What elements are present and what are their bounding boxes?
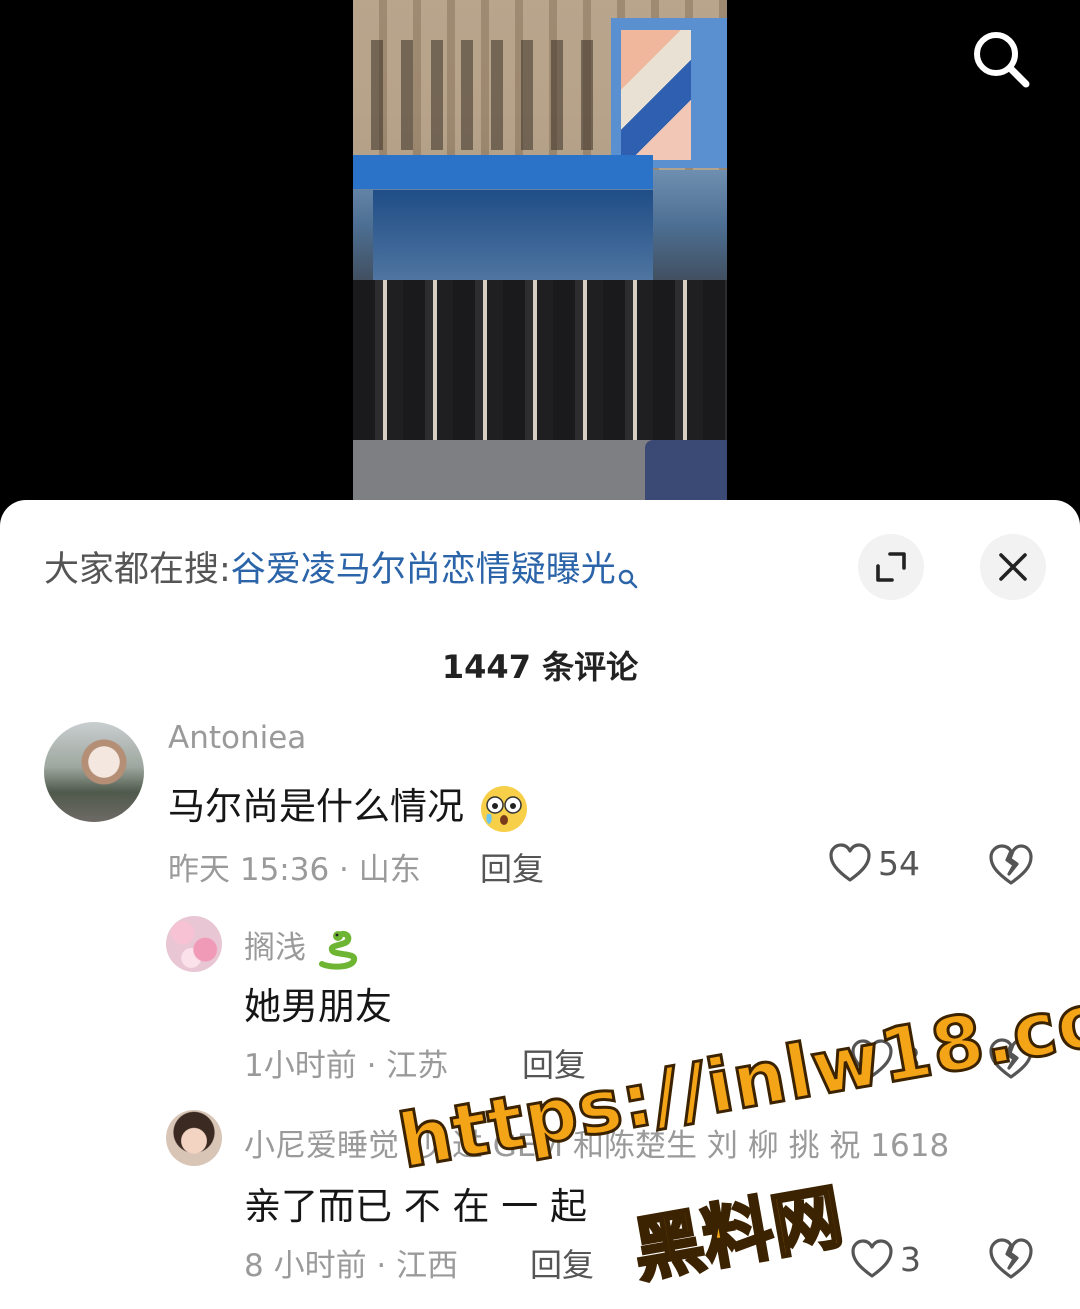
search-button[interactable] — [966, 26, 1034, 94]
comment-sheet: 大家都在搜:谷爱凌马尔尚恋情疑曝光 1447 条评论 Antoniea 马尔尚是… — [0, 500, 1080, 1309]
heart-icon — [851, 1239, 893, 1278]
comment-username[interactable]: 搁浅 — [244, 922, 360, 970]
reply-button[interactable]: 回复 — [522, 1040, 586, 1086]
comment-item: 搁浅 她男朋友 1小时前 · 江苏 回复 3 — [0, 916, 1080, 1096]
trending-search[interactable]: 大家都在搜:谷爱凌马尔尚恋情疑曝光 — [44, 542, 638, 598]
broken-heart-icon[interactable] — [988, 1236, 1034, 1282]
comment-username[interactable]: 小尼爱睡觉 (见过 GEM 和陈楚生 刘 柳 挑 祝 1618 — [244, 1120, 949, 1165]
video-crowd — [353, 280, 727, 460]
like-count: 3 — [900, 1239, 921, 1279]
video-windows — [353, 40, 613, 150]
comment-text-body: 马尔尚是什么情况 — [168, 785, 464, 828]
comment-meta: 8 小时前 · 江西 — [244, 1248, 459, 1284]
broken-heart-icon[interactable] — [988, 842, 1034, 888]
trending-query-link[interactable]: 谷爱凌马尔尚恋情疑曝光 — [231, 550, 616, 590]
comment-item: 小尼爱睡觉 (见过 GEM 和陈楚生 刘 柳 挑 祝 1618 亲了而已 不 在… — [0, 1110, 1080, 1309]
comment-text: 她男朋友 — [244, 985, 392, 1028]
comment-username[interactable]: Antoniea — [168, 720, 306, 756]
comment-item: Antoniea 马尔尚是什么情况 昨天 15:36 · 山东 回复 54 — [0, 720, 1080, 900]
crying-emoji-icon — [480, 785, 527, 832]
like-button[interactable]: 3 — [850, 1236, 921, 1282]
expand-button[interactable] — [858, 534, 924, 600]
video-frame[interactable] — [353, 0, 727, 500]
search-small-icon — [618, 550, 638, 606]
heart-icon — [829, 843, 871, 882]
reply-button[interactable]: 回复 — [530, 1240, 594, 1286]
expand-icon — [876, 552, 906, 582]
like-button[interactable]: 3 — [850, 1036, 921, 1082]
search-icon — [974, 32, 1030, 88]
like-button[interactable]: 54 — [828, 840, 920, 886]
reply-button[interactable]: 回复 — [480, 844, 544, 890]
heart-icon — [851, 1039, 893, 1078]
comment-text: 亲了而已 不 在 一 起 — [244, 1185, 588, 1228]
like-count: 3 — [900, 1039, 921, 1079]
avatar[interactable] — [166, 1110, 222, 1166]
comment-count: 1447 条评论 — [441, 648, 639, 686]
video-banner-art — [621, 30, 691, 160]
video-phone — [645, 440, 727, 500]
comment-meta: 1小时前 · 江苏 — [244, 1048, 449, 1084]
comment-username-text: 搁浅 — [244, 930, 306, 966]
comment-text: 马尔尚是什么情况 — [168, 776, 532, 834]
avatar[interactable] — [44, 722, 144, 822]
video-player[interactable] — [0, 0, 1080, 520]
comment-meta: 昨天 15:36 · 山东 — [168, 852, 421, 888]
avatar[interactable] — [166, 916, 222, 972]
video-stage-roof — [353, 155, 653, 189]
snake-emoji-icon — [318, 930, 357, 970]
trending-prefix: 大家都在搜: — [44, 550, 231, 590]
close-icon — [999, 553, 1027, 581]
close-button[interactable] — [980, 534, 1046, 600]
like-count: 54 — [878, 843, 920, 883]
broken-heart-icon[interactable] — [988, 1036, 1034, 1082]
